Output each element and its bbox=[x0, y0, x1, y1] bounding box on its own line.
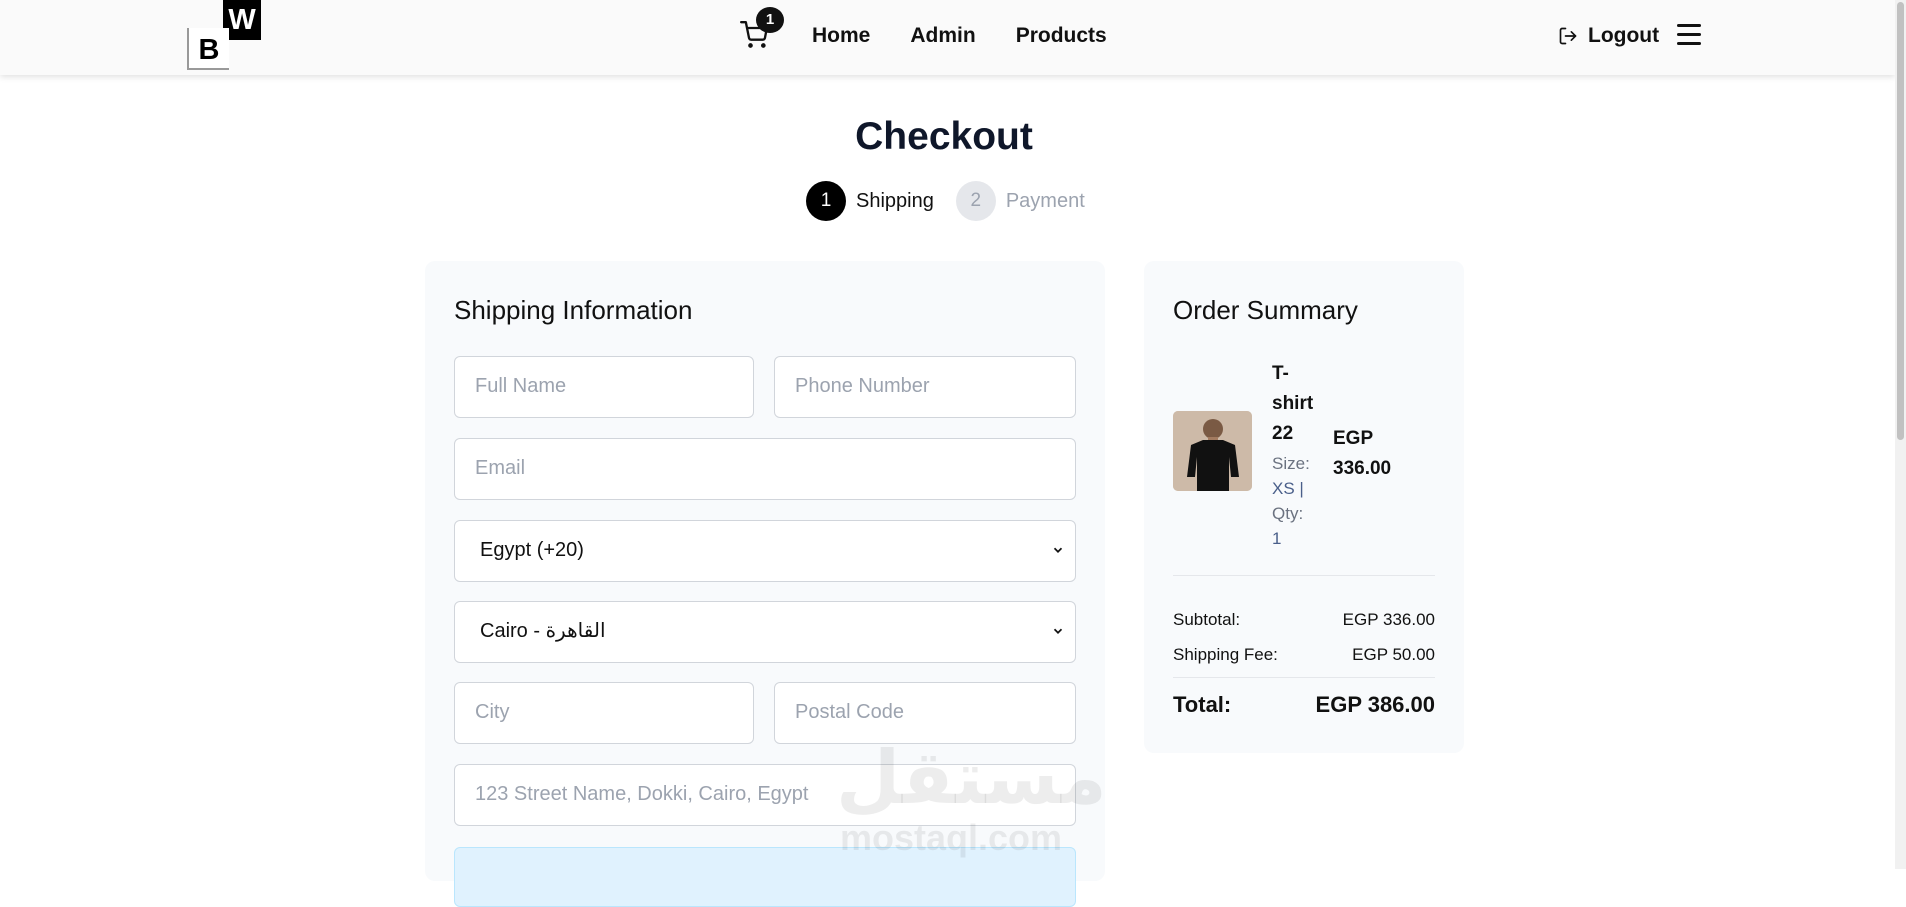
phone-number-input[interactable]: Phone Number bbox=[774, 356, 1076, 418]
step-1-circle: 1 bbox=[806, 181, 846, 221]
main-nav: 1 Home Admin Products bbox=[740, 0, 1147, 72]
step-1-label: Shipping bbox=[856, 189, 934, 212]
product-thumbnail bbox=[1173, 411, 1252, 491]
step-2-label: Payment bbox=[1005, 189, 1085, 212]
subtotal-value: EGP 336.00 bbox=[1342, 610, 1435, 629]
shipping-fee-label: Shipping Fee: bbox=[1173, 645, 1278, 664]
summary-divider bbox=[1173, 575, 1435, 576]
governorate-selected-value: Cairo - القاهرة bbox=[480, 620, 606, 642]
full-name-input[interactable]: Full Name bbox=[454, 356, 754, 418]
subtotal-row: Subtotal: EGP 336.00 bbox=[1173, 610, 1435, 630]
total-label: Total: bbox=[1173, 692, 1232, 717]
top-navbar: W B 1 Home Admin Products Logout bbox=[0, 0, 1895, 75]
nav-admin-link[interactable]: Admin bbox=[910, 24, 975, 48]
scrollbar-thumb[interactable] bbox=[1897, 2, 1904, 440]
tshirt-model-image bbox=[1173, 411, 1252, 491]
logout-icon bbox=[1559, 27, 1577, 45]
governorate-select[interactable]: Cairo - القاهرة bbox=[454, 601, 1076, 663]
address-input[interactable]: 123 Street Name, Dokki, Cairo, Egypt bbox=[454, 764, 1076, 826]
item-meta: Size: XS | Qty: 1 bbox=[1272, 454, 1310, 548]
order-summary-card: Order Summary T-shirt 22 Size: XS | Qty:… bbox=[1144, 261, 1464, 753]
shipping-title: Shipping Information bbox=[454, 295, 693, 325]
chevron-down-icon bbox=[1053, 628, 1063, 634]
nav-products-link[interactable]: Products bbox=[1016, 24, 1107, 48]
shipping-fee-value: EGP 50.00 bbox=[1352, 645, 1435, 664]
logout-button[interactable]: Logout bbox=[1558, 0, 1659, 72]
page-title: Checkout bbox=[855, 115, 1033, 158]
postal-code-input[interactable]: Postal Code bbox=[774, 682, 1076, 744]
item-price: EGP 336.00 bbox=[1333, 428, 1392, 479]
country-select[interactable]: Egypt (+20) bbox=[454, 520, 1076, 582]
shipping-form-card: Shipping Information Full Name Phone Num… bbox=[425, 261, 1105, 907]
checkout-steps: 1 Shipping 2 Payment bbox=[806, 181, 1107, 221]
item-name: T-shirt 22 bbox=[1272, 363, 1314, 444]
info-box bbox=[454, 847, 1076, 907]
city-input[interactable]: City bbox=[454, 682, 754, 744]
step-2-circle: 2 bbox=[955, 181, 996, 221]
order-summary-title: Order Summary bbox=[1173, 295, 1358, 325]
brand-logo[interactable]: W B bbox=[187, 0, 261, 71]
item-qty-label: Qty: bbox=[1272, 504, 1304, 523]
country-selected-value: Egypt (+20) bbox=[480, 539, 584, 561]
cart-button[interactable]: 1 bbox=[740, 7, 784, 51]
subtotal-label: Subtotal: bbox=[1173, 610, 1241, 629]
total-divider bbox=[1173, 677, 1435, 678]
item-size-value: XS bbox=[1272, 479, 1295, 498]
total-row: Total: EGP 386.00 bbox=[1173, 692, 1435, 718]
nav-home-link[interactable]: Home bbox=[812, 24, 870, 48]
shipping-fee-row: Shipping Fee: EGP 50.00 bbox=[1173, 645, 1435, 665]
item-qty-value: 1 bbox=[1272, 529, 1282, 548]
chevron-down-icon bbox=[1053, 547, 1063, 553]
logout-label: Logout bbox=[1588, 24, 1660, 47]
total-value: EGP 386.00 bbox=[1315, 692, 1435, 717]
email-input[interactable]: Email bbox=[454, 438, 1076, 500]
logo-letter-b: B bbox=[187, 28, 229, 70]
hamburger-menu-icon[interactable] bbox=[1677, 24, 1701, 46]
cart-count-badge: 1 bbox=[756, 7, 784, 33]
item-size-label: Size: bbox=[1272, 454, 1310, 473]
